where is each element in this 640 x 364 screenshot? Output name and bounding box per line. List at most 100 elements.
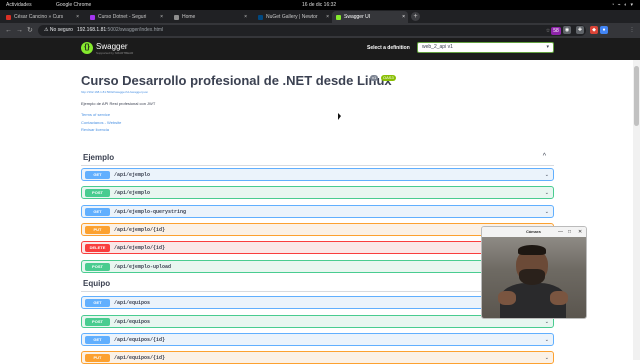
section-title: Equipo [83, 279, 111, 288]
chevron-down-icon: ⌄ [544, 355, 549, 361]
swagger-subtitle: Supported by SMARTBEAR [96, 51, 134, 55]
extension-icon[interactable]: ● [600, 26, 608, 34]
tab-favicon-icon [174, 15, 179, 20]
chevron-down-icon: ⌄ [544, 337, 549, 343]
tab-favicon-icon [6, 15, 11, 20]
clock[interactable]: 16 de dic 16:32 [302, 0, 336, 10]
tab-title: Swagger UI [344, 14, 371, 20]
presenter-beard [519, 269, 545, 285]
contact-link[interactable]: Contactanos - Website [81, 120, 121, 125]
tab-swagger-ui[interactable]: Swagger UI × [332, 11, 408, 23]
op-path: /api/ejemplo-upload [114, 264, 172, 270]
tab-title: César Cancino » Curs [14, 14, 64, 20]
section-title: Ejemplo [83, 153, 115, 162]
swagger-name: Swagger [96, 42, 128, 51]
definition-select[interactable]: web_2_api v1 ▾ [417, 42, 554, 53]
section-ejemplo[interactable]: Ejemplo ^ [81, 152, 554, 166]
camera-video-feed [482, 237, 586, 318]
browser-toolbar: ← → ↻ ⚠ No seguro 192.168.1.81:5002/swagg… [0, 23, 640, 38]
tab-curso-dotnet[interactable]: Curso Dotnet - Seguri × [86, 11, 166, 23]
extension-icon[interactable]: ◉ [563, 26, 571, 34]
method-badge: POST [85, 318, 110, 326]
close-tab-icon[interactable]: × [76, 11, 79, 23]
op-path: /api/equipos/{id} [114, 355, 166, 361]
camera-titlebar[interactable]: Cámara — □ ✕ [482, 227, 586, 237]
maximize-icon[interactable]: □ [568, 227, 571, 237]
close-tab-icon[interactable]: × [244, 11, 247, 23]
definition-label: Select a definition [367, 45, 410, 51]
scrollbar-thumb[interactable] [634, 66, 639, 126]
close-tab-icon[interactable]: × [160, 11, 163, 23]
swagger-header: {} Swagger Supported by SMARTBEAR Select… [0, 38, 640, 60]
new-tab-button[interactable]: + [411, 12, 420, 21]
op-get-api-ejemplo[interactable]: GET /api/ejemplo ⌄ [81, 168, 554, 181]
reload-icon[interactable]: ↻ [27, 25, 33, 36]
method-badge: POST [85, 189, 110, 197]
op-path: /api/equipos [114, 300, 151, 306]
tab-nuget-gallery[interactable]: NuGet Gallery | Newtor × [254, 11, 332, 23]
chevron-down-icon: ⌄ [544, 172, 549, 178]
method-badge: POST [85, 263, 110, 271]
op-path: /api/ejemplo [114, 190, 151, 196]
tab-bar: César Cancino » Curs × Curso Dotnet - Se… [0, 10, 640, 23]
op-put-api-equipos-id[interactable]: PUT /api/equipos/{id} ⌄ [81, 351, 554, 364]
page-scrollbar[interactable] [633, 60, 640, 360]
tab-title: Curso Dotnet - Seguri [98, 14, 147, 20]
extension-icon[interactable]: ◆ [590, 26, 598, 34]
method-badge: PUT [85, 226, 110, 234]
address-bar[interactable]: ⚠ No seguro 192.168.1.81:5002/swagger/ind… [38, 25, 586, 36]
op-path: /api/equipos [114, 319, 151, 325]
activities-button[interactable]: Actividades [6, 0, 32, 10]
close-tab-icon[interactable]: × [326, 11, 329, 23]
tab-favicon-icon [336, 15, 341, 20]
menu-icon[interactable]: ⋮ [628, 26, 636, 34]
op-get-api-ejemplo-querystring[interactable]: GET /api/ejemplo-querystring ⌄ [81, 205, 554, 218]
presenter-hand [498, 291, 516, 305]
method-badge: GET [85, 208, 110, 216]
mouse-cursor-icon [338, 113, 341, 120]
camera-title: Cámara [526, 229, 541, 234]
method-badge: PUT [85, 354, 110, 362]
tab-title: Home [182, 14, 196, 20]
swagger-logo-icon: {} [81, 42, 93, 54]
app-menu[interactable]: Google Chrome [56, 0, 91, 10]
op-path: /api/ejemplo [114, 172, 151, 178]
version-badge: v1 [370, 75, 379, 81]
tab-favicon-icon [90, 15, 95, 20]
gnome-top-bar: Actividades Google Chrome 16 de dic 16:3… [0, 0, 640, 10]
not-secure-label[interactable]: ⚠ No seguro [44, 27, 73, 33]
license-link[interactable]: Revisar licencia [81, 127, 109, 132]
camera-window[interactable]: Cámara — □ ✕ [481, 226, 587, 319]
chevron-down-icon: ⌄ [544, 209, 549, 215]
tab-title: NuGet Gallery | Newtor [266, 14, 318, 20]
method-badge: GET [85, 299, 110, 307]
tab-home[interactable]: Home × [170, 11, 250, 23]
terms-link[interactable]: Terms of service [81, 112, 110, 117]
url-host: 192.168.1.81 [76, 27, 107, 33]
chevron-up-icon: ^ [542, 153, 546, 160]
op-path: /api/ejemplo-querystring [114, 209, 187, 215]
op-post-api-ejemplo[interactable]: POST /api/ejemplo ⌄ [81, 186, 554, 199]
system-tray-icons[interactable]: ◔ ⌁ ◐ ▾ [611, 0, 634, 10]
op-get-api-equipos-id[interactable]: GET /api/equipos/{id} ⌄ [81, 333, 554, 346]
close-tab-icon[interactable]: × [402, 11, 405, 23]
puzzle-icon[interactable]: ✚ [576, 26, 584, 34]
minimize-icon[interactable]: — [558, 227, 563, 237]
url-path: :5002/swagger/index.html [106, 27, 164, 33]
method-badge: GET [85, 336, 110, 344]
presenter-hair [518, 245, 546, 255]
definition-value: web_2_api v1 [422, 44, 453, 50]
chevron-down-icon: ⌄ [544, 190, 549, 196]
op-path: /api/ejemplo/{id} [114, 227, 166, 233]
oas-badge: OAS3 [381, 75, 396, 81]
forward-icon[interactable]: → [16, 25, 23, 36]
presenter-hand [550, 291, 568, 305]
close-icon[interactable]: ✕ [578, 227, 582, 237]
back-icon[interactable]: ← [5, 25, 12, 36]
tab-favicon-icon [258, 15, 263, 20]
swagger-json-link[interactable]: http://192.168.1.81:5002/swagger/v1/swag… [81, 90, 148, 94]
tab-cesar-cancino[interactable]: César Cancino » Curs × [2, 11, 82, 23]
method-badge: GET [85, 171, 110, 179]
page-title: Curso Desarrollo profesional de .NET des… [81, 73, 392, 88]
badge-icon[interactable]: 58 [551, 27, 561, 35]
